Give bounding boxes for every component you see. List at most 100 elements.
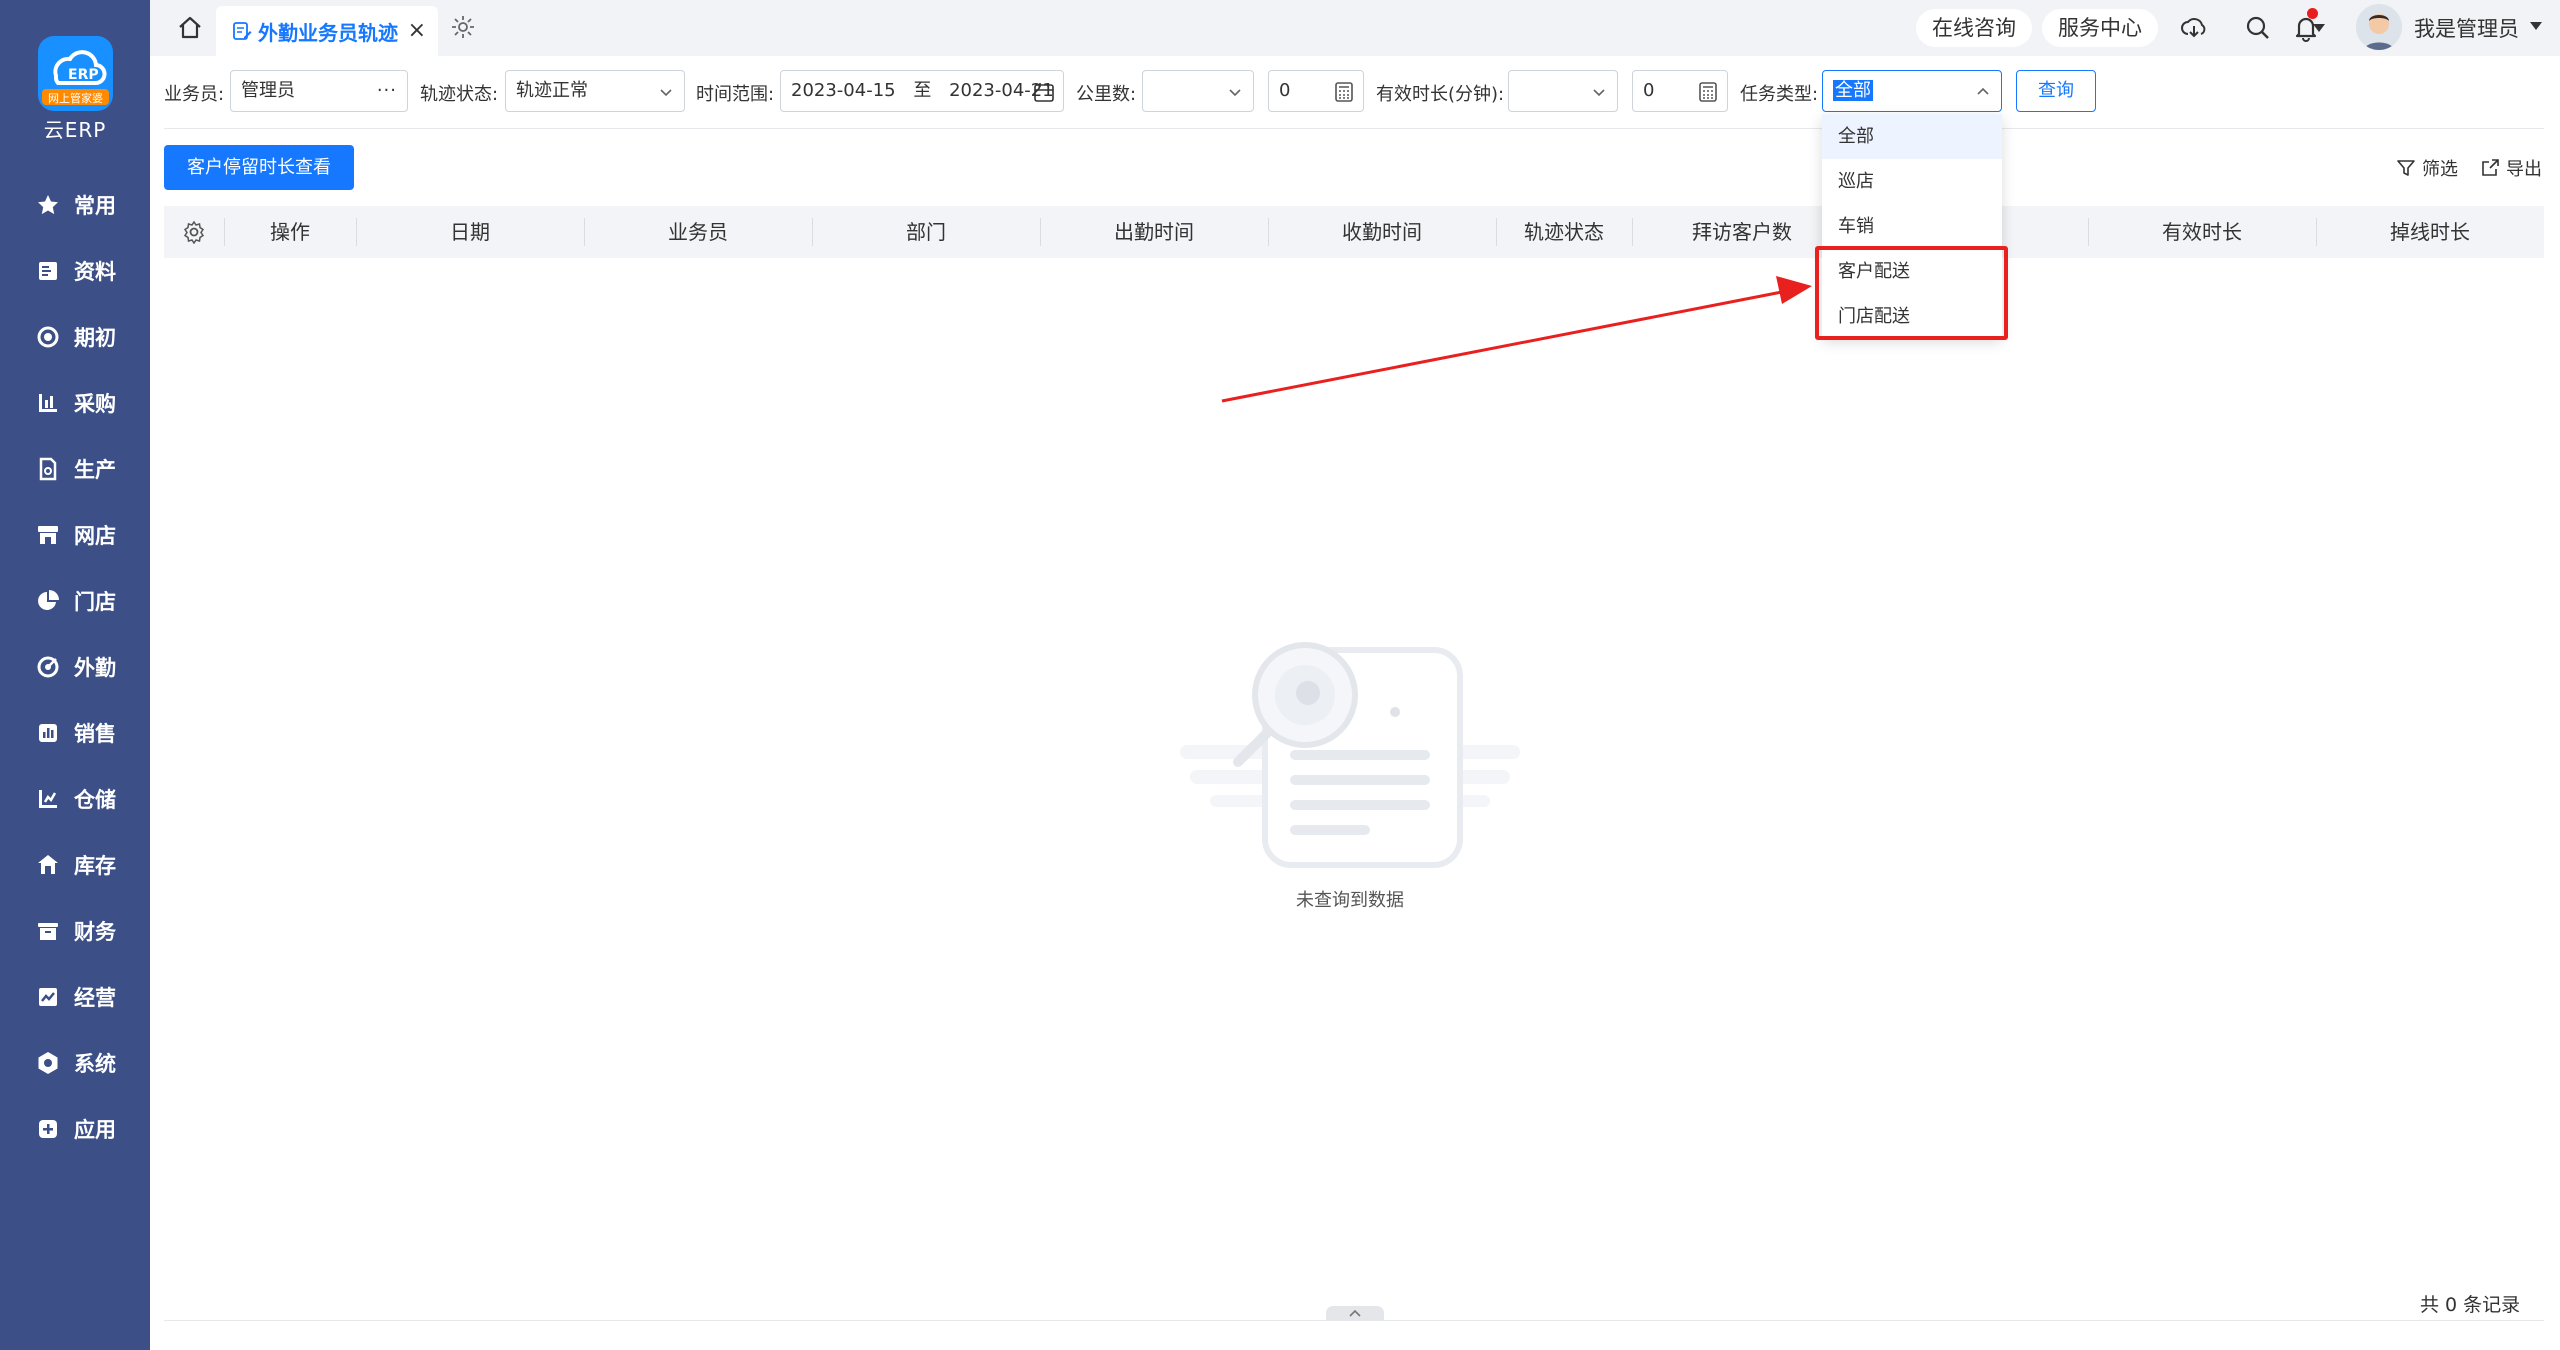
export-link[interactable]: 导出 xyxy=(2480,155,2542,181)
sidebar-item-label: 应用 xyxy=(74,1118,116,1142)
sidebar-item-label: 期初 xyxy=(74,326,116,350)
dropdown-option-all[interactable]: 全部 xyxy=(1822,114,2002,159)
tab-label: 外勤业务员轨迹 xyxy=(258,20,398,45)
cloud-download-icon[interactable] xyxy=(2180,14,2208,42)
duration-value: 0 xyxy=(1643,80,1655,101)
date-from[interactable]: 2023-04-15 xyxy=(791,80,896,101)
sidebar-item-warehouse[interactable]: 仓储 xyxy=(0,766,150,832)
app-name: 云ERP xyxy=(43,118,107,142)
production-icon xyxy=(39,457,57,481)
pie-icon xyxy=(38,590,59,610)
column-header-visit-count[interactable]: 拜访客户数 xyxy=(1632,206,1852,258)
column-header-date[interactable]: 日期 xyxy=(356,206,584,258)
salesperson-field[interactable]: 管理员 ··· xyxy=(230,70,408,112)
tab-settings-gear-icon[interactable] xyxy=(450,14,476,40)
service-center-button[interactable]: 服务中心 xyxy=(2042,9,2158,47)
empty-data-illustration xyxy=(1180,642,1520,868)
sidebar-item-store[interactable]: 门店 xyxy=(0,568,150,634)
salesperson-value: 管理员 xyxy=(241,80,295,101)
sidebar-item-common[interactable]: 常用 xyxy=(0,172,150,238)
tab-field-salesman-track[interactable]: 外勤业务员轨迹 × xyxy=(216,6,438,56)
purchase-icon xyxy=(39,394,57,412)
duration-label: 有效时长(分钟): xyxy=(1376,84,1505,105)
sidebar-item-sales[interactable]: 销售 xyxy=(0,700,150,766)
dropdown-option-store-delivery[interactable]: 门店配送 xyxy=(1822,294,2002,339)
km-operator-select[interactable] xyxy=(1142,70,1254,112)
dropdown-option-store-patrol[interactable]: 巡店 xyxy=(1822,159,2002,204)
column-settings-gear-icon[interactable] xyxy=(182,220,206,244)
sidebar-item-inventory[interactable]: 库存 xyxy=(0,832,150,898)
user-menu-caret-icon[interactable] xyxy=(2530,22,2542,30)
sidebar-item-label: 门店 xyxy=(74,590,116,614)
home-icon[interactable] xyxy=(176,14,204,42)
star-icon xyxy=(38,195,58,215)
track-status-value: 轨迹正常 xyxy=(516,80,588,101)
sidebar-item-label: 外勤 xyxy=(74,656,116,680)
chevron-down-icon xyxy=(1229,89,1241,97)
salesperson-label: 业务员: xyxy=(164,84,225,105)
sidebar-item-opening[interactable]: 期初 xyxy=(0,304,150,370)
sidebar-item-label: 库存 xyxy=(74,854,116,878)
sidebar-item-label: 销售 xyxy=(74,722,116,746)
calculator-icon[interactable] xyxy=(1333,81,1355,103)
column-header-salesperson[interactable]: 业务员 xyxy=(584,206,812,258)
task-type-value: 全部 xyxy=(1833,80,1873,101)
task-type-select[interactable]: 全部 xyxy=(1822,70,2002,112)
sidebar-nav: 常用 资料 期初 采购 生产 网店 门店 外勤 销售 仓储 库存 财务 经营 系… xyxy=(0,172,150,1162)
chevron-up-icon xyxy=(1349,1309,1361,1317)
track-status-select[interactable]: 轨迹正常 xyxy=(505,70,685,112)
sidebar-item-label: 采购 xyxy=(74,392,116,416)
collapse-handle[interactable] xyxy=(1326,1306,1384,1320)
avatar[interactable] xyxy=(2356,4,2402,50)
sidebar-item-business[interactable]: 经营 xyxy=(0,964,150,1030)
sidebar-item-production[interactable]: 生产 xyxy=(0,436,150,502)
date-range-picker[interactable]: 2023-04-15 至 2023-04-21 xyxy=(780,70,1064,112)
time-range-label: 时间范围: xyxy=(696,84,775,105)
sidebar-item-system[interactable]: 系统 xyxy=(0,1030,150,1096)
column-header-track-status[interactable]: 轨迹状态 xyxy=(1496,206,1632,258)
notification-caret-icon[interactable] xyxy=(2313,24,2325,32)
sidebar-item-fieldwork[interactable]: 外勤 xyxy=(0,634,150,700)
inventory-icon xyxy=(38,855,58,874)
more-options-icon[interactable]: ··· xyxy=(377,71,397,111)
sidebar-item-online-store[interactable]: 网店 xyxy=(0,502,150,568)
duration-input[interactable]: 0 xyxy=(1632,70,1728,112)
user-name[interactable]: 我是管理员 xyxy=(2414,13,2519,43)
sidebar-item-label: 系统 xyxy=(74,1052,116,1076)
column-header-checkout-time[interactable]: 收勤时间 xyxy=(1268,206,1496,258)
track-status-label: 轨迹状态: xyxy=(420,84,499,105)
query-button[interactable]: 查询 xyxy=(2016,70,2096,112)
sales-icon xyxy=(39,724,57,742)
column-header-checkin-time[interactable]: 出勤时间 xyxy=(1040,206,1268,258)
column-header-department[interactable]: 部门 xyxy=(812,206,1040,258)
sidebar-item-label: 经营 xyxy=(74,986,116,1010)
table-header: 操作 日期 业务员 部门 出勤时间 收勤时间 轨迹状态 拜访客户数 有效时长 掉… xyxy=(164,206,2544,258)
sidebar-item-purchase[interactable]: 采购 xyxy=(0,370,150,436)
sidebar-item-finance[interactable]: 财务 xyxy=(0,898,150,964)
date-separator: 至 xyxy=(913,80,932,101)
sidebar-item-label: 仓储 xyxy=(74,788,116,812)
online-consult-button[interactable]: 在线咨询 xyxy=(1916,9,2032,47)
sidebar-item-label: 财务 xyxy=(74,920,116,944)
column-header-operation[interactable]: 操作 xyxy=(224,206,356,258)
column-header-effective-duration[interactable]: 有效时长 xyxy=(2088,206,2316,258)
km-input[interactable]: 0 xyxy=(1268,70,1364,112)
calculator-icon[interactable] xyxy=(1697,81,1719,103)
svg-text:ERP: ERP xyxy=(68,67,99,83)
logo-badge-text: 网上管家婆 xyxy=(48,92,103,105)
column-header-offline-duration[interactable]: 掉线时长 xyxy=(2316,206,2544,258)
search-icon[interactable] xyxy=(2244,14,2272,42)
duration-operator-select[interactable] xyxy=(1508,70,1618,112)
sidebar-item-apps[interactable]: 应用 xyxy=(0,1096,150,1162)
calendar-icon[interactable] xyxy=(1033,81,1055,103)
stay-duration-button[interactable]: 客户停留时长查看 xyxy=(164,145,354,190)
filter-link[interactable]: 筛选 xyxy=(2396,155,2458,181)
task-type-label: 任务类型: xyxy=(1740,84,1819,105)
sidebar-item-profile[interactable]: 资料 xyxy=(0,238,150,304)
dropdown-option-van-sales[interactable]: 车销 xyxy=(1822,204,2002,249)
tab-close-icon[interactable]: × xyxy=(408,18,426,44)
km-value: 0 xyxy=(1279,80,1291,101)
task-type-dropdown: 全部 巡店 车销 客户配送 门店配送 xyxy=(1822,114,2002,338)
dropdown-option-customer-delivery[interactable]: 客户配送 xyxy=(1822,249,2002,294)
business-icon xyxy=(39,988,57,1006)
